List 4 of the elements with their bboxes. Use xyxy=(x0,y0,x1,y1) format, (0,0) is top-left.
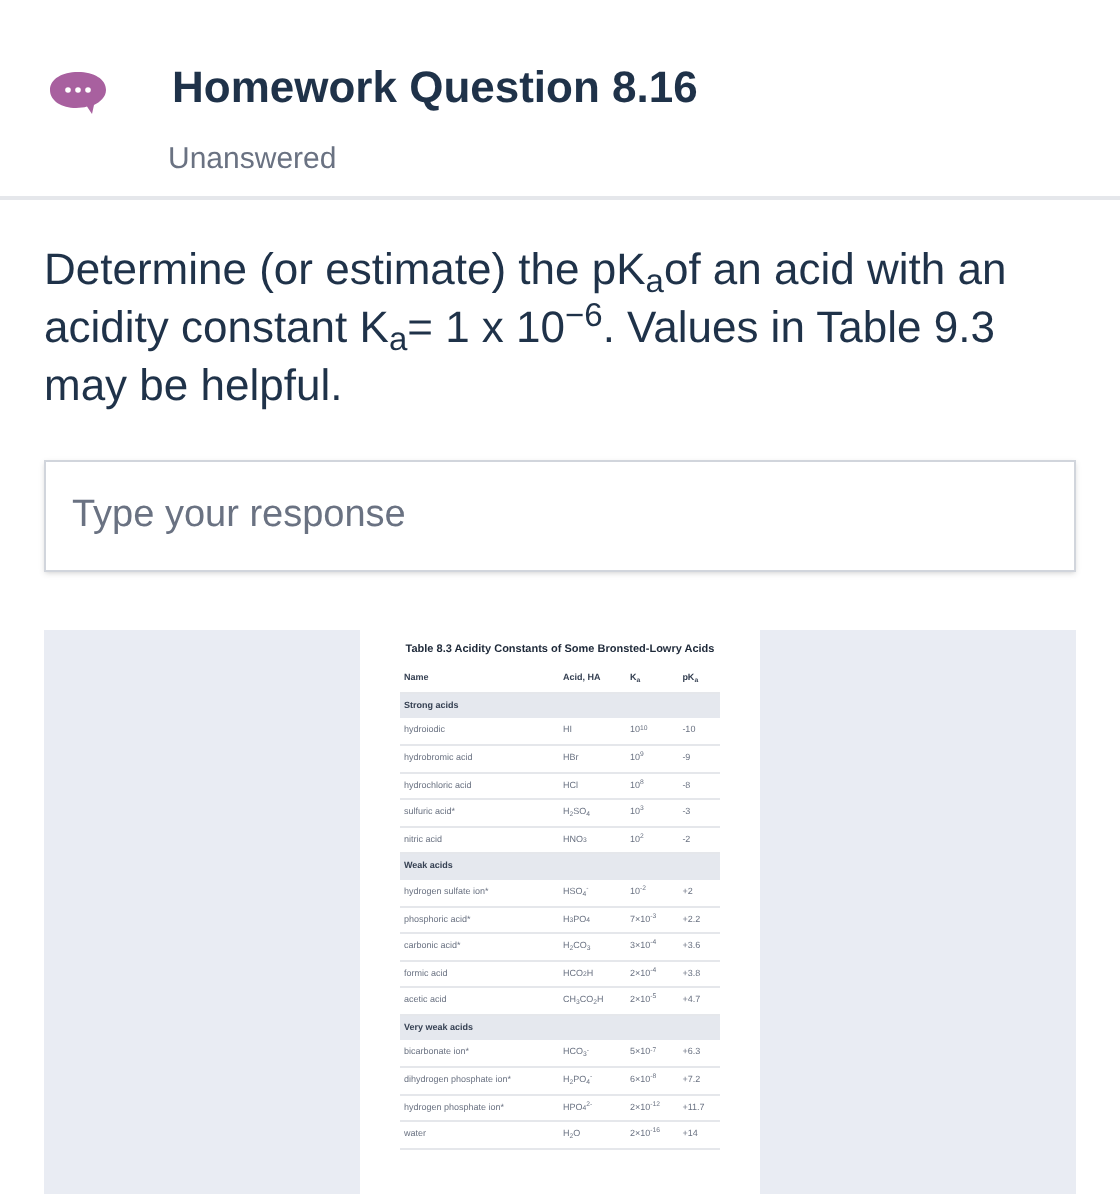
question-title: Homework Question 8.16 xyxy=(172,60,698,116)
question-text: Determine (or estimate) the pK$_{a}$of an acid with an acidity constant K$_{a}$= 1 x 10$^{−6}$. Values in Table 9.3 may be helpful. xyxy=(44,242,1009,414)
response-field[interactable]: Type your response xyxy=(44,460,1076,572)
status-label: Unanswered xyxy=(168,140,339,180)
